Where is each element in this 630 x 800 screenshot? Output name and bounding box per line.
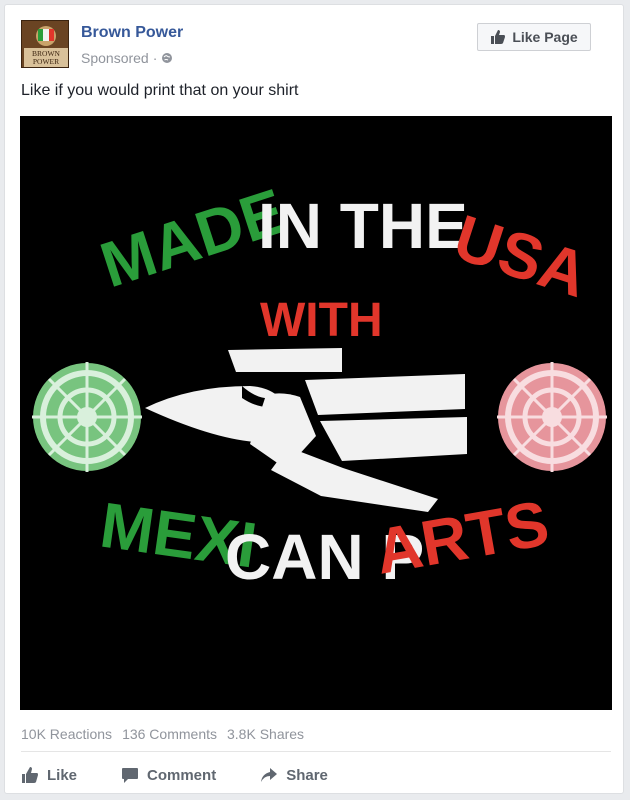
post-header: BROWN POWER Brown Power Sponsored · Like… xyxy=(21,20,611,76)
like-page-button[interactable]: Like Page xyxy=(477,23,591,51)
globe-icon[interactable] xyxy=(161,52,173,64)
text-in-the: IN THE xyxy=(258,190,468,262)
share-label: Share xyxy=(286,766,328,784)
like-label: Like xyxy=(47,766,78,784)
comment-icon xyxy=(122,768,139,783)
post-text: Like if you would print that on your shi… xyxy=(21,82,299,99)
page-name-link[interactable]: Brown Power xyxy=(81,24,183,42)
comments-count[interactable]: 136 Comments xyxy=(122,726,217,742)
like-page-label: Like Page xyxy=(512,29,578,45)
avatar-logo-text-bottom: POWER xyxy=(33,57,59,66)
meta-separator: · xyxy=(152,50,158,66)
comment-label: Comment xyxy=(147,766,217,784)
page-avatar[interactable]: BROWN POWER xyxy=(21,20,69,68)
reactions-count[interactable]: 10K Reactions xyxy=(21,726,112,742)
brown-power-logo: BROWN POWER xyxy=(22,21,68,67)
sponsored-label[interactable]: Sponsored xyxy=(81,50,149,66)
shares-count[interactable]: 3.8K Shares xyxy=(227,726,304,742)
share-button[interactable]: Share xyxy=(260,761,328,789)
shirt-graphic: MADE IN THE USA WITH MEXI CAN P ARTS xyxy=(20,116,612,710)
thumbs-up-icon xyxy=(22,767,38,783)
thumbs-up-icon xyxy=(491,30,506,44)
stats-divider xyxy=(21,751,611,752)
share-icon xyxy=(261,768,278,782)
post-meta: Sponsored · xyxy=(81,50,173,66)
post-image[interactable]: MADE IN THE USA WITH MEXI CAN P ARTS xyxy=(20,116,612,710)
sponsored-post-card: BROWN POWER Brown Power Sponsored · Like… xyxy=(4,4,624,794)
post-actions: Like Comment Share xyxy=(21,761,611,789)
engagement-stats: 10K Reactions 136 Comments 3.8K Shares xyxy=(21,726,304,742)
like-button[interactable]: Like xyxy=(21,761,77,789)
text-with: WITH xyxy=(260,294,383,347)
comment-button[interactable]: Comment xyxy=(121,761,216,789)
